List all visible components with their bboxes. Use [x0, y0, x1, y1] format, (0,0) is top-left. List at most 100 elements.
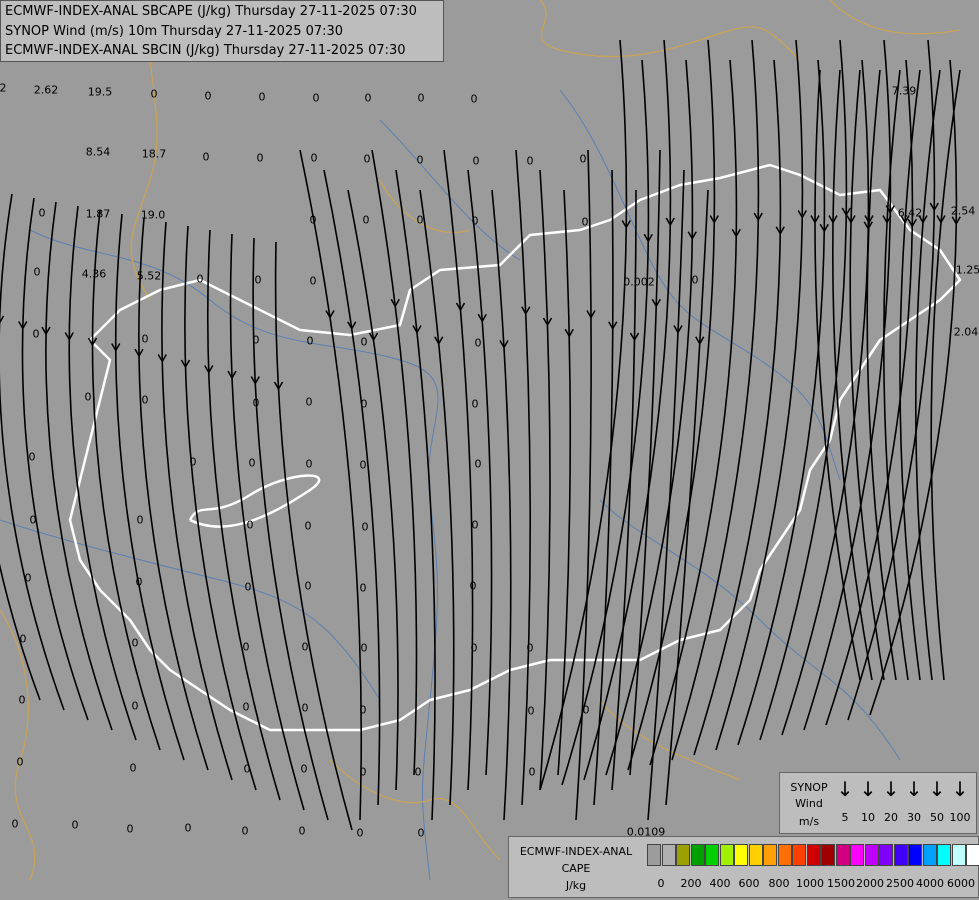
- cape-tick-label: 800: [768, 877, 790, 890]
- cape-color-swatch: [951, 844, 966, 866]
- cape-value-label: 0: [582, 703, 590, 717]
- cape-value-label: 8.54: [85, 145, 111, 159]
- cape-value-label: 0: [28, 450, 36, 464]
- cape-color-swatch: [647, 844, 661, 866]
- cape-value-label: 0: [184, 821, 192, 835]
- cape-value-label: 0: [356, 826, 364, 840]
- wind-legend-unit: m/s: [798, 815, 820, 828]
- cape-value-label: 0: [18, 693, 26, 707]
- cape-value-label: 0: [359, 703, 367, 717]
- cape-value-label: 0: [244, 580, 252, 594]
- cape-value-label: 0: [32, 327, 40, 341]
- cape-value-label: 0: [301, 640, 309, 654]
- cape-value-label: 0: [202, 150, 210, 164]
- wind-legend-subtitle: Wind: [795, 797, 823, 810]
- cape-value-label: 0: [417, 826, 425, 840]
- cape-tick-label: 2000: [856, 877, 884, 890]
- cape-value-label: 0: [471, 214, 479, 228]
- cape-value-label: 0: [309, 274, 317, 288]
- cape-color-swatch: [806, 844, 821, 866]
- cape-value-label: 0: [416, 153, 424, 167]
- cape-value-label: 0: [359, 581, 367, 595]
- cape-color-swatch: [835, 844, 850, 866]
- cape-legend: ECMWF-INDEX-ANAL CAPE J/kg 0 200 400 600 800…: [508, 836, 979, 898]
- wind-speed-label: 50: [930, 811, 944, 824]
- cape-value-label: 0: [528, 765, 536, 779]
- cape-value-label: 0: [256, 151, 264, 165]
- cape-value-label: 0: [526, 641, 534, 655]
- cape-value-label: 0: [306, 334, 314, 348]
- cape-tick-label: 1500: [827, 877, 855, 890]
- cape-value-label: 0: [474, 336, 482, 350]
- cape-value-label: 19.0: [140, 208, 166, 222]
- cape-value-label: 0: [471, 397, 479, 411]
- cape-value-label: 2.54: [950, 204, 976, 218]
- cape-tick-label: 600: [738, 877, 760, 890]
- cape-value-label: 0: [136, 513, 144, 527]
- cape-value-label: 0: [11, 817, 19, 831]
- cape-value-label: 0: [252, 396, 260, 410]
- cape-color-swatch: [676, 844, 690, 866]
- title-cin: ECMWF-INDEX-ANAL SBCIN (J/kg) Thursday 2…: [5, 43, 406, 58]
- wind-arrow-icon: ↓: [951, 777, 969, 801]
- cape-value-label: 0: [474, 457, 482, 471]
- cape-value-label: 0: [24, 571, 32, 585]
- cape-color-swatch: [966, 844, 979, 866]
- cape-value-label: 0: [691, 273, 699, 287]
- cape-value-label: 0: [33, 265, 41, 279]
- cape-value-label: 0: [360, 397, 368, 411]
- cape-value-label: 0: [364, 91, 372, 105]
- cape-value-label: 0: [135, 575, 143, 589]
- cape-color-swatch: [705, 844, 719, 866]
- wind-arrow-icon: ↓: [836, 777, 854, 801]
- cape-value-label: 0: [359, 765, 367, 779]
- cape-value-label: 0: [360, 641, 368, 655]
- cape-value-label: 19.5: [87, 85, 113, 99]
- cape-tick-label: 400: [709, 877, 731, 890]
- cape-value-label: 0: [196, 272, 204, 286]
- cape-value-label: 0: [305, 395, 313, 409]
- wind-speed-label: 20: [884, 811, 898, 824]
- cape-value-label: 0: [470, 641, 478, 655]
- cape-tick-label: 6000: [947, 877, 975, 890]
- cape-value-label: 0: [242, 640, 250, 654]
- cape-value-label: 1.25: [955, 263, 979, 277]
- cape-value-label: 0: [298, 824, 306, 838]
- cape-value-label: 0: [141, 393, 149, 407]
- cape-value-label: 0: [19, 632, 27, 646]
- cape-value-label: 0: [361, 520, 369, 534]
- title-wind: SYNOP Wind (m/s) 10m Thursday 27-11-2025…: [5, 24, 344, 39]
- wind-legend: SYNOP Wind m/s ↓ 5 ↓ 10 ↓ 20 ↓ 30 ↓ 50 ↓ 100: [779, 772, 977, 834]
- cape-value-label: 2.04: [953, 325, 979, 339]
- cape-value-label: 0: [254, 273, 262, 287]
- cape-value-label: 0: [16, 755, 24, 769]
- cape-value-label: 0: [204, 89, 212, 103]
- cape-value-label: 2.62: [33, 83, 59, 97]
- wind-legend-title: SYNOP: [790, 781, 828, 794]
- cape-color-swatch: [661, 844, 676, 866]
- cape-value-label: 0: [305, 457, 313, 471]
- cape-color-swatch: [937, 844, 951, 866]
- cape-value-label: 0: [414, 765, 422, 779]
- cape-value-label: 0: [150, 87, 158, 101]
- cape-value-label: 0: [363, 152, 371, 166]
- cape-value-label: 0: [38, 206, 46, 220]
- cape-value-label: 0: [252, 333, 260, 347]
- cape-value-label: 6.42: [897, 206, 923, 220]
- cape-value-label: 0: [131, 699, 139, 713]
- cape-value-label: 0: [359, 458, 367, 472]
- cape-value-label: 0: [527, 704, 535, 718]
- cape-value-label: 5.52: [136, 269, 162, 283]
- cape-value-label: 0: [470, 92, 478, 106]
- cape-tick-label: 200: [680, 877, 702, 890]
- cape-color-swatch: [792, 844, 806, 866]
- cape-tick-label: 2500: [886, 877, 914, 890]
- cape-value-label: 7.39: [891, 84, 917, 98]
- cape-color-swatch: [734, 844, 748, 866]
- cape-value-label: 0: [300, 762, 308, 776]
- cape-color-swatch: [777, 844, 792, 866]
- cape-value-label: 0: [84, 390, 92, 404]
- cape-value-label: 0: [129, 761, 137, 775]
- wind-arrow-icon: ↓: [905, 777, 923, 801]
- cape-legend-subtitle: CAPE: [561, 862, 591, 875]
